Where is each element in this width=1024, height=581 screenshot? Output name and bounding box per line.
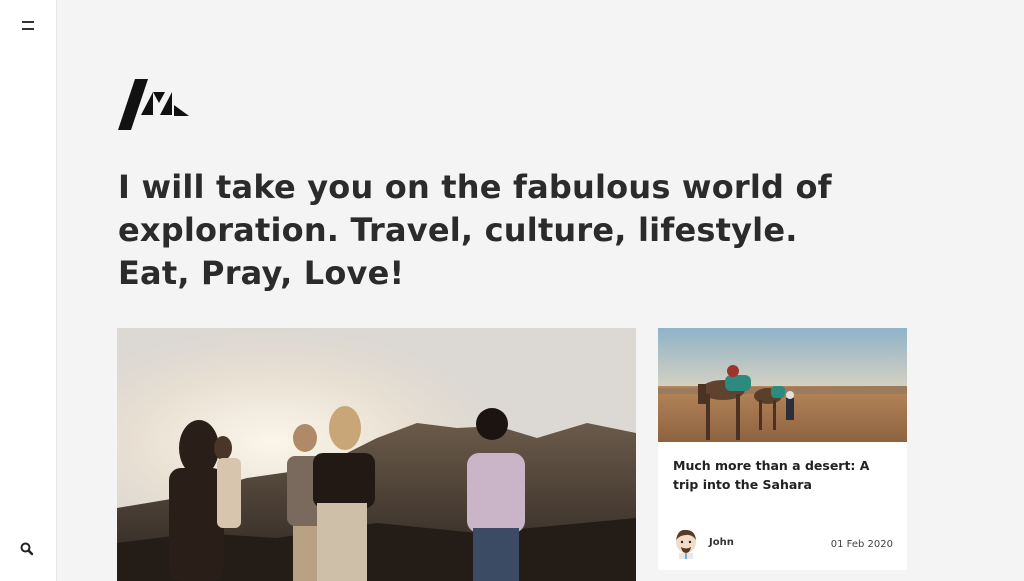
post-author[interactable]: John — [709, 537, 734, 548]
page-headline: I will take you on the fabulous world of… — [118, 168, 832, 292]
sidebar — [0, 0, 57, 581]
post-card[interactable]: Much more than a desert: A trip into the… — [658, 328, 907, 570]
featured-post-image[interactable] — [117, 328, 636, 581]
search-icon[interactable] — [19, 541, 35, 557]
post-date: 01 Feb 2020 — [830, 539, 893, 550]
menu-icon[interactable] — [20, 19, 36, 33]
post-card-image[interactable] — [658, 328, 907, 442]
post-card-title[interactable]: Much more than a desert: A trip into the… — [673, 456, 895, 494]
author-avatar — [673, 529, 699, 559]
site-logo[interactable] — [118, 79, 190, 131]
